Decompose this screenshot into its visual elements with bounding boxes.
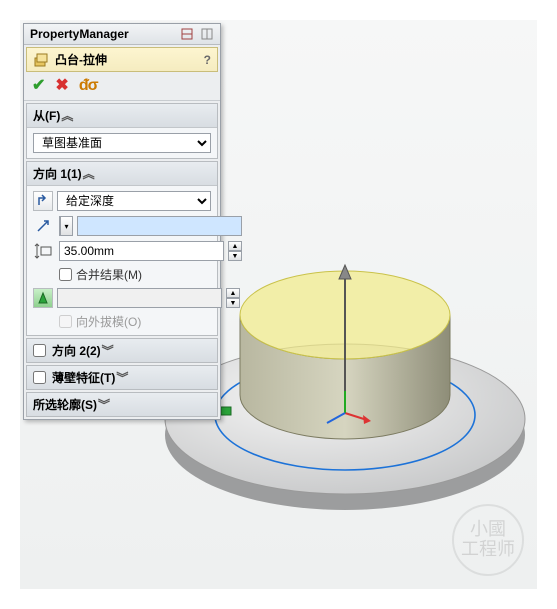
action-row: ✔ ✖ ᵭσ <box>24 74 220 101</box>
feature-title-bar: 凸台-拉伸 ? <box>26 47 218 72</box>
group-from-header[interactable]: 从(F) ︽ <box>27 104 217 128</box>
pin-icon[interactable] <box>180 27 194 41</box>
depth-spin-down[interactable]: ▼ <box>228 251 242 261</box>
group-contours: 所选轮廓(S) ︾ <box>26 392 218 417</box>
merge-result-label: 合并结果(M) <box>76 266 142 283</box>
watermark: 小國 工程师 <box>452 504 524 576</box>
direction-color-swatch[interactable]: ▾ <box>59 216 73 236</box>
chevron-up-icon: ︽ <box>82 165 96 182</box>
group-direction1-label: 方向 1(1) <box>33 165 82 182</box>
group-direction2: 方向 2(2) ︾ <box>26 338 218 363</box>
from-start-select[interactable]: 草图基准面 <box>33 133 211 153</box>
chevron-up-icon: ︽ <box>60 107 74 124</box>
ok-button[interactable]: ✔ <box>32 78 45 94</box>
draft-outward-row: 向外拔模(O) <box>33 313 211 330</box>
group-from: 从(F) ︽ 草图基准面 <box>26 103 218 159</box>
direction2-enable-checkbox[interactable] <box>33 344 46 357</box>
direction-arrow-icon <box>33 216 55 236</box>
pm-header: PropertyManager <box>24 24 220 45</box>
direction-ref-input[interactable] <box>77 216 242 236</box>
group-thin: 薄壁特征(T) ︾ <box>26 365 218 390</box>
group-direction2-header[interactable]: 方向 2(2) ︾ <box>27 339 217 362</box>
cancel-button[interactable]: ✖ <box>55 78 68 94</box>
chevron-down-icon[interactable]: ▾ <box>60 217 72 235</box>
thin-enable-checkbox[interactable] <box>33 371 46 384</box>
help-icon[interactable] <box>200 27 214 41</box>
merge-result-checkbox[interactable] <box>59 268 72 281</box>
group-contours-header[interactable]: 所选轮廓(S) ︾ <box>27 393 217 416</box>
end-condition-select[interactable]: 给定深度 <box>57 191 211 211</box>
group-direction1: 方向 1(1) ︽ 给定深度 <box>26 161 218 336</box>
draft-outward-label: 向外拔模(O) <box>76 313 141 330</box>
merge-result-row: 合并结果(M) <box>33 266 211 283</box>
chevron-down-icon: ︾ <box>97 396 111 413</box>
extrude-boss-icon <box>33 52 49 68</box>
feature-title-text: 凸台-拉伸 <box>55 51 107 68</box>
group-contours-label: 所选轮廓(S) <box>33 396 97 413</box>
property-manager-panel: PropertyManager 凸台-拉伸 ? ✔ ✖ ᵭσ 从(F <box>23 23 221 420</box>
group-direction2-label: 方向 2(2) <box>52 342 101 359</box>
chevron-down-icon: ︾ <box>101 342 115 359</box>
draft-angle-input[interactable] <box>57 288 222 308</box>
reverse-direction-button[interactable] <box>33 191 53 211</box>
draft-outward-checkbox <box>59 315 72 328</box>
group-from-label: 从(F) <box>33 107 60 124</box>
feature-help-icon[interactable]: ? <box>204 53 211 67</box>
depth-input[interactable] <box>59 241 224 261</box>
depth-icon <box>33 241 55 261</box>
detailed-preview-button[interactable]: ᵭσ <box>79 78 98 94</box>
depth-spin-up[interactable]: ▲ <box>228 241 242 251</box>
draft-spin-down[interactable]: ▼ <box>226 298 240 308</box>
chevron-down-icon: ︾ <box>115 369 129 386</box>
group-direction1-header[interactable]: 方向 1(1) ︽ <box>27 162 217 186</box>
group-thin-header[interactable]: 薄壁特征(T) ︾ <box>27 366 217 389</box>
pm-title: PropertyManager <box>30 27 129 41</box>
draft-spin-up[interactable]: ▲ <box>226 288 240 298</box>
draft-toggle-button[interactable] <box>33 288 53 308</box>
group-thin-label: 薄壁特征(T) <box>52 369 115 386</box>
